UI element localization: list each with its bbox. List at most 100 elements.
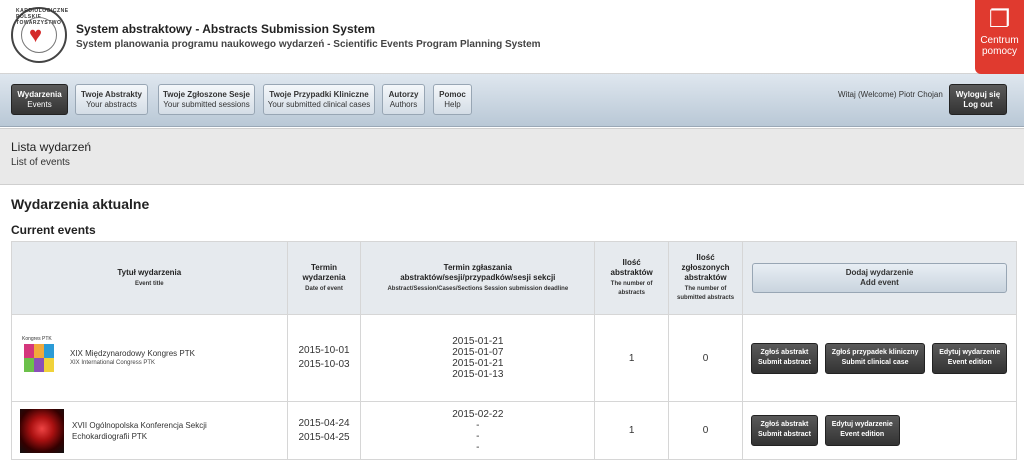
thumb-caption: Kongres PTK	[22, 336, 52, 342]
deadline-abstract: 2015-02-22	[452, 408, 504, 420]
submit-clinical-case-pl: Zgłoś przypadek kliniczny	[831, 348, 919, 356]
edit-event-pl: Edytuj wydarzenie	[939, 348, 1001, 356]
event-title-en: XIX International Congress PTK	[70, 360, 156, 366]
section-subtitle: Current events	[11, 223, 96, 237]
edit-event-button[interactable]: Edytuj wydarzenie Event edition	[932, 342, 1008, 374]
header-deadline-en: Abstract/Session/Cases/Sections Session …	[387, 285, 569, 292]
nav-authors[interactable]: Autorzy Authors	[382, 84, 425, 115]
header-date-en: Date of event	[305, 285, 343, 292]
nav-your-sessions-en: Your submitted sessions	[163, 100, 250, 109]
nav-events-pl: Wydarzenia	[17, 90, 62, 99]
help-center-button[interactable]: ❐ Centrum pomocy	[975, 0, 1024, 74]
table-row: XVII Ogólnopolska Konferencja Sekcji Ech…	[11, 401, 1017, 460]
submit-abstract-en: Submit abstract	[758, 431, 811, 438]
submit-abstract-button[interactable]: Zgłoś abstrakt Submit abstract	[751, 342, 818, 374]
header-sessions: Ilość zgłoszonych abstraktów The number …	[668, 241, 743, 315]
app-header: KARDIOLOGICZNE POLSKIE TOWARZYSTWO ♥ Sys…	[0, 0, 1024, 74]
nav-events[interactable]: Wydarzenia Events	[11, 84, 68, 115]
nav-your-clinical-cases[interactable]: Twoje Przypadki Kliniczne Your submitted…	[263, 84, 375, 115]
header-date-pl1: Termin	[310, 262, 338, 272]
abstract-count: 1	[594, 314, 670, 402]
table-header-row: Tytuł wydarzenia Event title Termin wyda…	[11, 241, 1017, 315]
event-deadline-cell: 2015-01-21 2015-01-07 2015-01-21 2015-01…	[360, 314, 596, 402]
nav-your-sessions-pl: Twoje Zgłoszone Sesje	[163, 90, 250, 99]
submitted-count: 0	[668, 314, 743, 402]
nav-help-pl: Pomoc	[439, 90, 466, 99]
header-sessions-pl1: Ilość	[696, 253, 715, 262]
event-actions-cell: Zgłoś abstrakt Submit abstract Zgłoś prz…	[742, 314, 1017, 402]
header-event-title-pl: Tytuł wydarzenia	[117, 267, 182, 277]
help-center-label-1: Centrum	[980, 35, 1019, 46]
nav-authors-pl: Autorzy	[388, 90, 419, 99]
events-table: Tytuł wydarzenia Event title Termin wyda…	[11, 241, 1017, 460]
event-title-cell: Kongres PTK XIX Międzynarodowy Kongres P…	[11, 314, 288, 402]
header-deadline-pl2: abstraktów/sesji/przypadków/sesji sekcji	[400, 272, 556, 282]
header-sessions-en1: The number of	[684, 286, 727, 292]
event-thumbnail	[20, 408, 64, 453]
submit-clinical-case-button[interactable]: Zgłoś przypadek kliniczny Submit clinica…	[824, 342, 926, 374]
abstract-count: 1	[594, 401, 670, 460]
help-book-icon: ❐	[988, 6, 1011, 33]
page-title: Lista wydarzeń	[11, 140, 92, 154]
event-deadline-cell: 2015-02-22 - - -	[360, 401, 596, 460]
add-event-pl: Dodaj wydarzenie	[845, 268, 914, 277]
header-sessions-pl2: zgłoszonych	[681, 263, 730, 272]
header-date-pl2: wydarzenia	[302, 272, 346, 282]
header-actions: Dodaj wydarzenie Add event	[742, 241, 1017, 315]
nav-your-abstracts[interactable]: Twoje Abstrakty Your abstracts	[75, 84, 148, 115]
event-title[interactable]: XVII Ogólnopolska Konferencja Sekcji	[72, 420, 207, 431]
header-abstracts-en2: abstracts	[618, 290, 645, 296]
ptk-logo[interactable]: KARDIOLOGICZNE POLSKIE TOWARZYSTWO ♥	[11, 7, 68, 63]
submit-abstract-button[interactable]: Zgłoś abstrakt Submit abstract	[751, 415, 818, 446]
header-abstracts: Ilość abstraktów The number of abstracts	[594, 241, 670, 315]
event-date-start: 2015-10-01	[298, 345, 350, 356]
edit-event-en: Event edition	[947, 358, 992, 366]
event-thumbnail: Kongres PTK	[20, 336, 60, 380]
header-event-title: Tytuł wydarzenia Event title	[11, 241, 288, 315]
logout-en: Log out	[963, 100, 993, 109]
deadline-section-session: -	[476, 441, 480, 453]
submit-abstract-pl: Zgłoś abstrakt	[760, 421, 809, 428]
deadline-session: -	[476, 419, 480, 431]
event-date-end: 2015-04-25	[298, 431, 350, 443]
help-center-label-2: pomocy	[981, 46, 1017, 57]
table-row: Kongres PTK XIX Międzynarodowy Kongres P…	[11, 314, 1017, 402]
nav-events-en: Events	[27, 100, 52, 109]
add-event-en: Add event	[860, 278, 899, 287]
submitted-count: 0	[668, 401, 743, 460]
event-title-line2: Echokardiografii PTK	[72, 431, 148, 441]
deadline-case: -	[476, 430, 480, 442]
heart-icon: ♥	[29, 22, 43, 47]
header-sessions-en2: submitted abstracts	[677, 295, 735, 301]
logout-button[interactable]: Wyloguj się Log out	[949, 84, 1007, 115]
page-title-en: List of events	[11, 157, 70, 168]
welcome-text: Witaj (Welcome) Piotr Chojan	[838, 90, 943, 99]
nav-help-en: Help	[444, 100, 461, 109]
header-abstracts-pl2: abstraktów	[610, 268, 653, 277]
deadline-session: 2015-01-07	[452, 347, 504, 358]
nav-your-clinical-cases-pl: Twoje Przypadki Kliniczne	[269, 90, 369, 99]
header-deadline-pl1: Termin zgłaszania	[443, 262, 512, 272]
nav-your-sessions[interactable]: Twoje Zgłoszone Sesje Your submitted ses…	[158, 84, 255, 115]
deadline-abstract: 2015-01-21	[452, 336, 504, 347]
nav-your-clinical-cases-en: Your submitted clinical cases	[267, 100, 371, 109]
page-heading: Lista wydarzeń List of events	[0, 128, 1024, 185]
event-title[interactable]: XIX Międzynarodowy Kongres PTK	[70, 348, 195, 359]
header-abstracts-en1: The number of	[610, 281, 653, 287]
event-date-start: 2015-04-24	[298, 417, 350, 429]
event-title-cell: XVII Ogólnopolska Konferencja Sekcji Ech…	[11, 401, 288, 460]
submit-abstract-pl: Zgłoś abstrakt	[760, 348, 809, 356]
nav-authors-en: Authors	[389, 100, 418, 109]
deadline-section-session: 2015-01-13	[452, 369, 504, 380]
header-event-title-en: Event title	[134, 280, 164, 287]
event-date-cell: 2015-04-24 2015-04-25	[286, 401, 362, 460]
edit-event-pl: Edytuj wydarzenie	[831, 421, 893, 428]
logout-pl: Wyloguj się	[955, 90, 1001, 99]
add-event-button[interactable]: Dodaj wydarzenie Add event	[752, 263, 1007, 293]
header-sessions-pl3: abstraktów	[684, 273, 727, 282]
edit-event-en: Event edition	[840, 431, 885, 438]
nav-help[interactable]: Pomoc Help	[433, 84, 472, 115]
edit-event-button[interactable]: Edytuj wydarzenie Event edition	[824, 415, 900, 446]
nav-your-abstracts-en: Your abstracts	[86, 100, 137, 109]
app-title: System abstraktowy - Abstracts Submissio…	[76, 22, 375, 36]
